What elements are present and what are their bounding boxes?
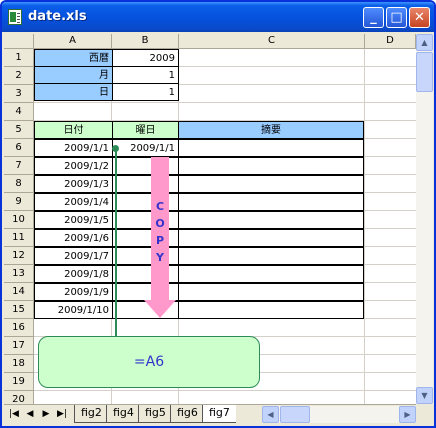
row-header[interactable]: 15 xyxy=(4,301,34,319)
date-cell[interactable]: 2009/1/8 xyxy=(34,265,113,283)
maximize-button[interactable]: □ xyxy=(386,7,407,28)
close-button[interactable]: ✕ xyxy=(409,7,430,28)
date-cell[interactable]: 2009/1/5 xyxy=(34,211,113,229)
row-header[interactable]: 14 xyxy=(4,283,34,301)
row-header[interactable]: 8 xyxy=(4,175,34,193)
vertical-scrollbar[interactable]: ▲ ▼ xyxy=(416,34,433,404)
date-cell[interactable]: 2009/1/6 xyxy=(34,229,113,247)
date-cell[interactable]: 2009/1/9 xyxy=(34,283,113,301)
window-title: date.xls xyxy=(28,9,87,24)
column-header-a[interactable]: A xyxy=(34,34,112,49)
row-header[interactable]: 10 xyxy=(4,211,34,229)
sheet-tab-fig6[interactable]: fig6 xyxy=(170,405,204,423)
last-sheet-icon[interactable]: ▶| xyxy=(56,408,68,420)
summary-cell[interactable] xyxy=(178,175,364,193)
cell-b2[interactable]: 1 xyxy=(112,66,179,84)
scroll-right-icon[interactable]: ▶ xyxy=(399,406,416,423)
row-header[interactable]: 9 xyxy=(4,193,34,211)
summary-cell[interactable] xyxy=(178,265,364,283)
cell-b1[interactable]: 2009 xyxy=(112,49,179,67)
date-cell[interactable]: 2009/1/3 xyxy=(34,175,113,193)
row-header[interactable]: 7 xyxy=(4,157,34,175)
column-header-b[interactable]: B xyxy=(112,34,179,49)
first-sheet-icon[interactable]: |◀ xyxy=(8,408,20,420)
date-cell[interactable]: 2009/1/2 xyxy=(34,157,113,175)
weekday-cell[interactable]: 2009/1/1 xyxy=(112,139,179,157)
excel-file-icon xyxy=(8,9,22,25)
excel-window: date.xls _ □ ✕ A B C D 1 2 3 4 5 6 7 8 9 10 11 12 13… xyxy=(0,0,436,428)
column-header-d[interactable]: D xyxy=(365,34,416,49)
minimize-button[interactable]: _ xyxy=(363,7,384,28)
copy-arrow xyxy=(151,157,169,305)
header-summary[interactable]: 摘要 xyxy=(178,121,364,139)
select-all-corner[interactable] xyxy=(4,34,34,49)
date-cell[interactable]: 2009/1/4 xyxy=(34,193,113,211)
header-date[interactable]: 日付 xyxy=(34,121,113,139)
copy-letter: P xyxy=(155,234,165,247)
prev-sheet-icon[interactable]: ◀ xyxy=(24,408,36,420)
row-header[interactable]: 20 xyxy=(4,391,34,404)
callout-connector xyxy=(115,148,117,336)
row-header[interactable]: 19 xyxy=(4,373,34,391)
formula-callout: =A6 xyxy=(38,336,260,388)
cell-a2[interactable]: 月 xyxy=(34,66,113,84)
row-header[interactable]: 2 xyxy=(4,67,34,85)
row-header[interactable]: 4 xyxy=(4,103,34,121)
summary-cell[interactable] xyxy=(178,193,364,211)
date-cell[interactable]: 2009/1/10 xyxy=(34,301,113,319)
row-header[interactable]: 16 xyxy=(4,319,34,337)
summary-cell[interactable] xyxy=(178,139,364,157)
cell-b3[interactable]: 1 xyxy=(112,83,179,101)
copy-letter: Y xyxy=(156,251,164,264)
row-header[interactable]: 5 xyxy=(4,121,34,139)
sheet-tab-fig4[interactable]: fig4 xyxy=(106,405,140,423)
summary-cell[interactable] xyxy=(178,229,364,247)
row-header[interactable]: 6 xyxy=(4,139,34,157)
row-header[interactable]: 17 xyxy=(4,337,34,355)
date-cell[interactable]: 2009/1/1 xyxy=(34,139,113,157)
copy-letter: C xyxy=(155,200,165,213)
cell-a3[interactable]: 日 xyxy=(34,83,113,101)
row-header[interactable]: 18 xyxy=(4,355,34,373)
callout-anchor-dot xyxy=(112,145,119,152)
next-sheet-icon[interactable]: ▶ xyxy=(40,408,52,420)
scroll-thumb[interactable] xyxy=(416,52,433,92)
hscroll-thumb[interactable] xyxy=(280,406,310,423)
header-weekday[interactable]: 曜日 xyxy=(112,121,179,139)
row-header[interactable]: 11 xyxy=(4,229,34,247)
copy-arrow-head xyxy=(144,300,176,318)
sheet-tab-fig5[interactable]: fig5 xyxy=(138,405,172,423)
title-bar[interactable]: date.xls _ □ ✕ xyxy=(2,2,434,32)
scroll-left-icon[interactable]: ◀ xyxy=(262,406,279,423)
date-cell[interactable]: 2009/1/7 xyxy=(34,247,113,265)
summary-cell[interactable] xyxy=(178,247,364,265)
horizontal-scrollbar[interactable]: ◀ ▶ xyxy=(262,406,416,423)
sheet-tab-fig2[interactable]: fig2 xyxy=(74,405,108,423)
summary-cell[interactable] xyxy=(178,211,364,229)
row-header[interactable]: 13 xyxy=(4,265,34,283)
copy-letter: O xyxy=(155,217,165,230)
summary-cell[interactable] xyxy=(178,283,364,301)
scroll-up-icon[interactable]: ▲ xyxy=(416,34,433,51)
summary-cell[interactable] xyxy=(178,157,364,175)
row-header[interactable]: 12 xyxy=(4,247,34,265)
scroll-down-icon[interactable]: ▼ xyxy=(416,387,433,404)
column-header-c[interactable]: C xyxy=(179,34,365,49)
sheet-tab-fig7[interactable]: fig7 xyxy=(202,405,236,423)
row-header[interactable]: 1 xyxy=(4,49,34,67)
cell-a1[interactable]: 西暦 xyxy=(34,49,113,67)
row-header[interactable]: 3 xyxy=(4,85,34,103)
summary-cell[interactable] xyxy=(178,301,364,319)
